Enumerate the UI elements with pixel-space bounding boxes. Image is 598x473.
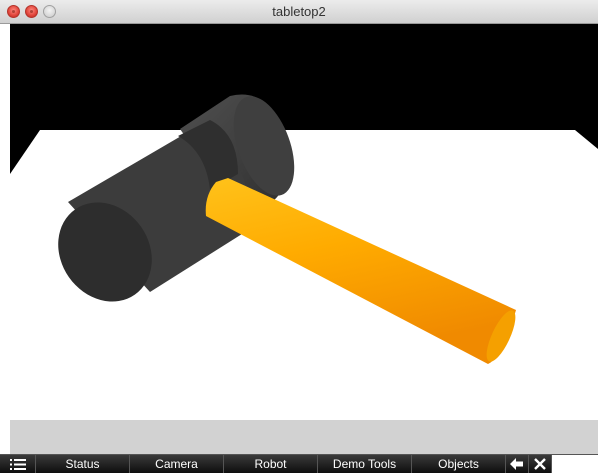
bottom-toolbar: Status Camera Robot Demo Tools Objects [0,454,598,473]
status-button[interactable]: Status [36,455,130,473]
camera-button[interactable]: Camera [130,455,224,473]
title-bar[interactable]: tabletop2 [0,0,598,24]
window-left-margin [0,24,10,454]
scene-canvas [10,94,598,420]
arrow-left-icon [510,458,523,470]
objects-button[interactable]: Objects [412,455,506,473]
close-icon [534,458,546,470]
robot-button[interactable]: Robot [224,455,318,473]
3d-viewport[interactable] [10,24,598,420]
list-icon [9,458,26,470]
window-title: tabletop2 [272,4,326,19]
back-button[interactable] [506,455,529,473]
viewport-bottom-strip [10,420,598,454]
menu-button[interactable] [0,455,36,473]
demo-tools-button[interactable]: Demo Tools [318,455,412,473]
close-button[interactable] [529,455,552,473]
app-window: tabletop2 Status Camera Robot Demo Tools… [0,0,598,473]
toolbar-filler [552,455,598,473]
